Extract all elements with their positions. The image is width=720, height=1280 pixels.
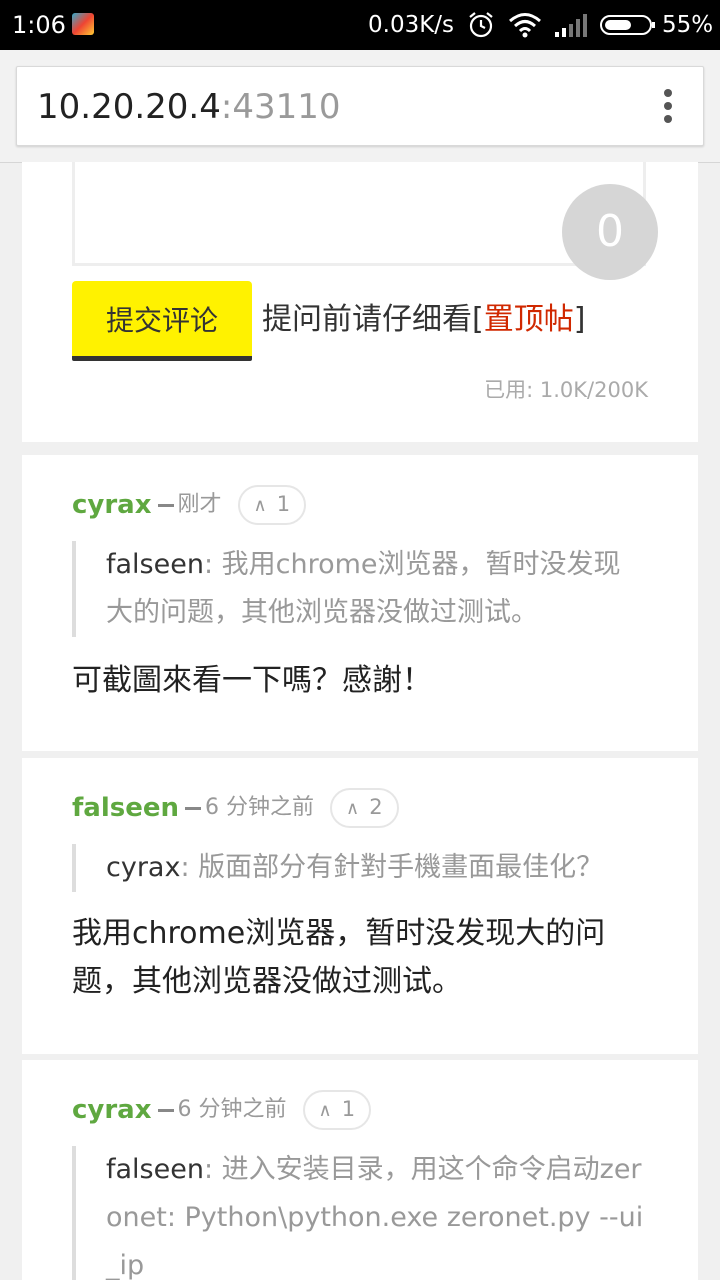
submit-comment-button[interactable]: 提交评论 — [72, 281, 252, 361]
pinned-post-link[interactable]: 置顶帖 — [484, 302, 574, 337]
upvote-button[interactable]: ∧ 2 — [330, 788, 399, 828]
comment-body: 我用chrome浏览器，暂时没发现大的问题，其他浏览器没做过测试。 — [72, 916, 606, 999]
vote-count: 2 — [369, 795, 383, 819]
upvote-icon: ∧ — [318, 1100, 332, 1121]
comment-time: 6 分钟之前 — [205, 795, 315, 820]
upvote-icon: ∧ — [253, 495, 267, 516]
character-counter: 0 — [562, 184, 658, 280]
notice-prefix: 提问前请仔细看[ — [262, 302, 484, 337]
status-time: 1:06 — [12, 11, 66, 39]
quoted-reply: cyrax: 版面部分有針對手機畫面最佳化？ — [72, 844, 646, 892]
comment-header: falseen 6 分钟之前 ∧ 2 — [72, 788, 399, 828]
address-bar[interactable]: 10.20.20.4:43110 — [16, 66, 704, 146]
comment-card: falseen 6 分钟之前 ∧ 2 cyrax: 版面部分有針對手機畫面最佳化？… — [22, 758, 698, 1054]
comment-time: 6 分钟之前 — [177, 1097, 287, 1122]
storage-usage: 已用: 1.0K/200K — [484, 378, 648, 402]
network-speed: 0.03K/s — [368, 12, 455, 38]
quoted-reply: falseen: 进入安装目录，用这个命令启动zeronet: Python\p… — [72, 1146, 646, 1280]
url-text[interactable]: 10.20.20.4:43110 — [37, 87, 340, 127]
upvote-button[interactable]: ∧ 1 — [302, 1090, 372, 1130]
notice-suffix: ] — [573, 302, 586, 337]
battery-icon — [600, 15, 655, 35]
quote-username: cyrax — [106, 852, 181, 883]
comment-header: cyrax 6 分钟之前 ∧ 1 — [72, 1090, 372, 1130]
comment-username[interactable]: falseen — [72, 788, 179, 828]
quote-username: falseen — [106, 549, 204, 580]
quoted-reply: falseen: 我用chrome浏览器，暂时没发现大的问题，其他浏览器没做过测… — [72, 541, 646, 637]
separator-dash — [185, 807, 202, 810]
comment-header: cyrax 刚才 ∧ 1 — [72, 485, 307, 525]
separator-dash — [157, 504, 174, 507]
comment-body: 可截圖來看一下嗎？感謝！ — [72, 663, 432, 698]
separator-dash — [157, 1109, 174, 1112]
url-port: :43110 — [220, 87, 341, 127]
comment-time: 刚才 — [177, 492, 222, 517]
comment-card: cyrax 6 分钟之前 ∧ 1 falseen: 进入安装目录，用这个命令启动z… — [22, 1060, 698, 1280]
battery-percent: 55% — [662, 12, 714, 38]
quote-username: falseen — [106, 1154, 204, 1185]
upvote-button[interactable]: ∧ 1 — [237, 485, 307, 525]
vote-count: 1 — [276, 492, 291, 516]
vote-count: 1 — [341, 1097, 356, 1121]
upvote-icon: ∧ — [346, 798, 360, 819]
alarm-icon — [469, 12, 493, 38]
signal-icon — [555, 14, 587, 37]
notice-text: 提问前请仔细看[置顶帖] — [262, 298, 585, 342]
browser-toolbar: 10.20.20.4:43110 — [0, 50, 720, 163]
status-bar: 1:06 0.03K/s 55% — [0, 0, 720, 50]
comment-composer: 0 提交评论 提问前请仔细看[置顶帖] 已用: 1.0K/200K — [22, 162, 698, 442]
comment-username[interactable]: cyrax — [72, 1090, 152, 1130]
overflow-menu-icon[interactable] — [663, 89, 673, 125]
wifi-icon — [509, 13, 541, 38]
url-host: 10.20.20.4 — [37, 87, 221, 127]
quote-text: : 版面部分有針對手機畫面最佳化？ — [180, 852, 604, 883]
app-icon — [72, 13, 94, 35]
comment-username[interactable]: cyrax — [72, 485, 152, 525]
comment-textarea[interactable] — [72, 162, 646, 266]
comment-card: cyrax 刚才 ∧ 1 falseen: 我用chrome浏览器，暂时没发现大的… — [22, 455, 698, 751]
